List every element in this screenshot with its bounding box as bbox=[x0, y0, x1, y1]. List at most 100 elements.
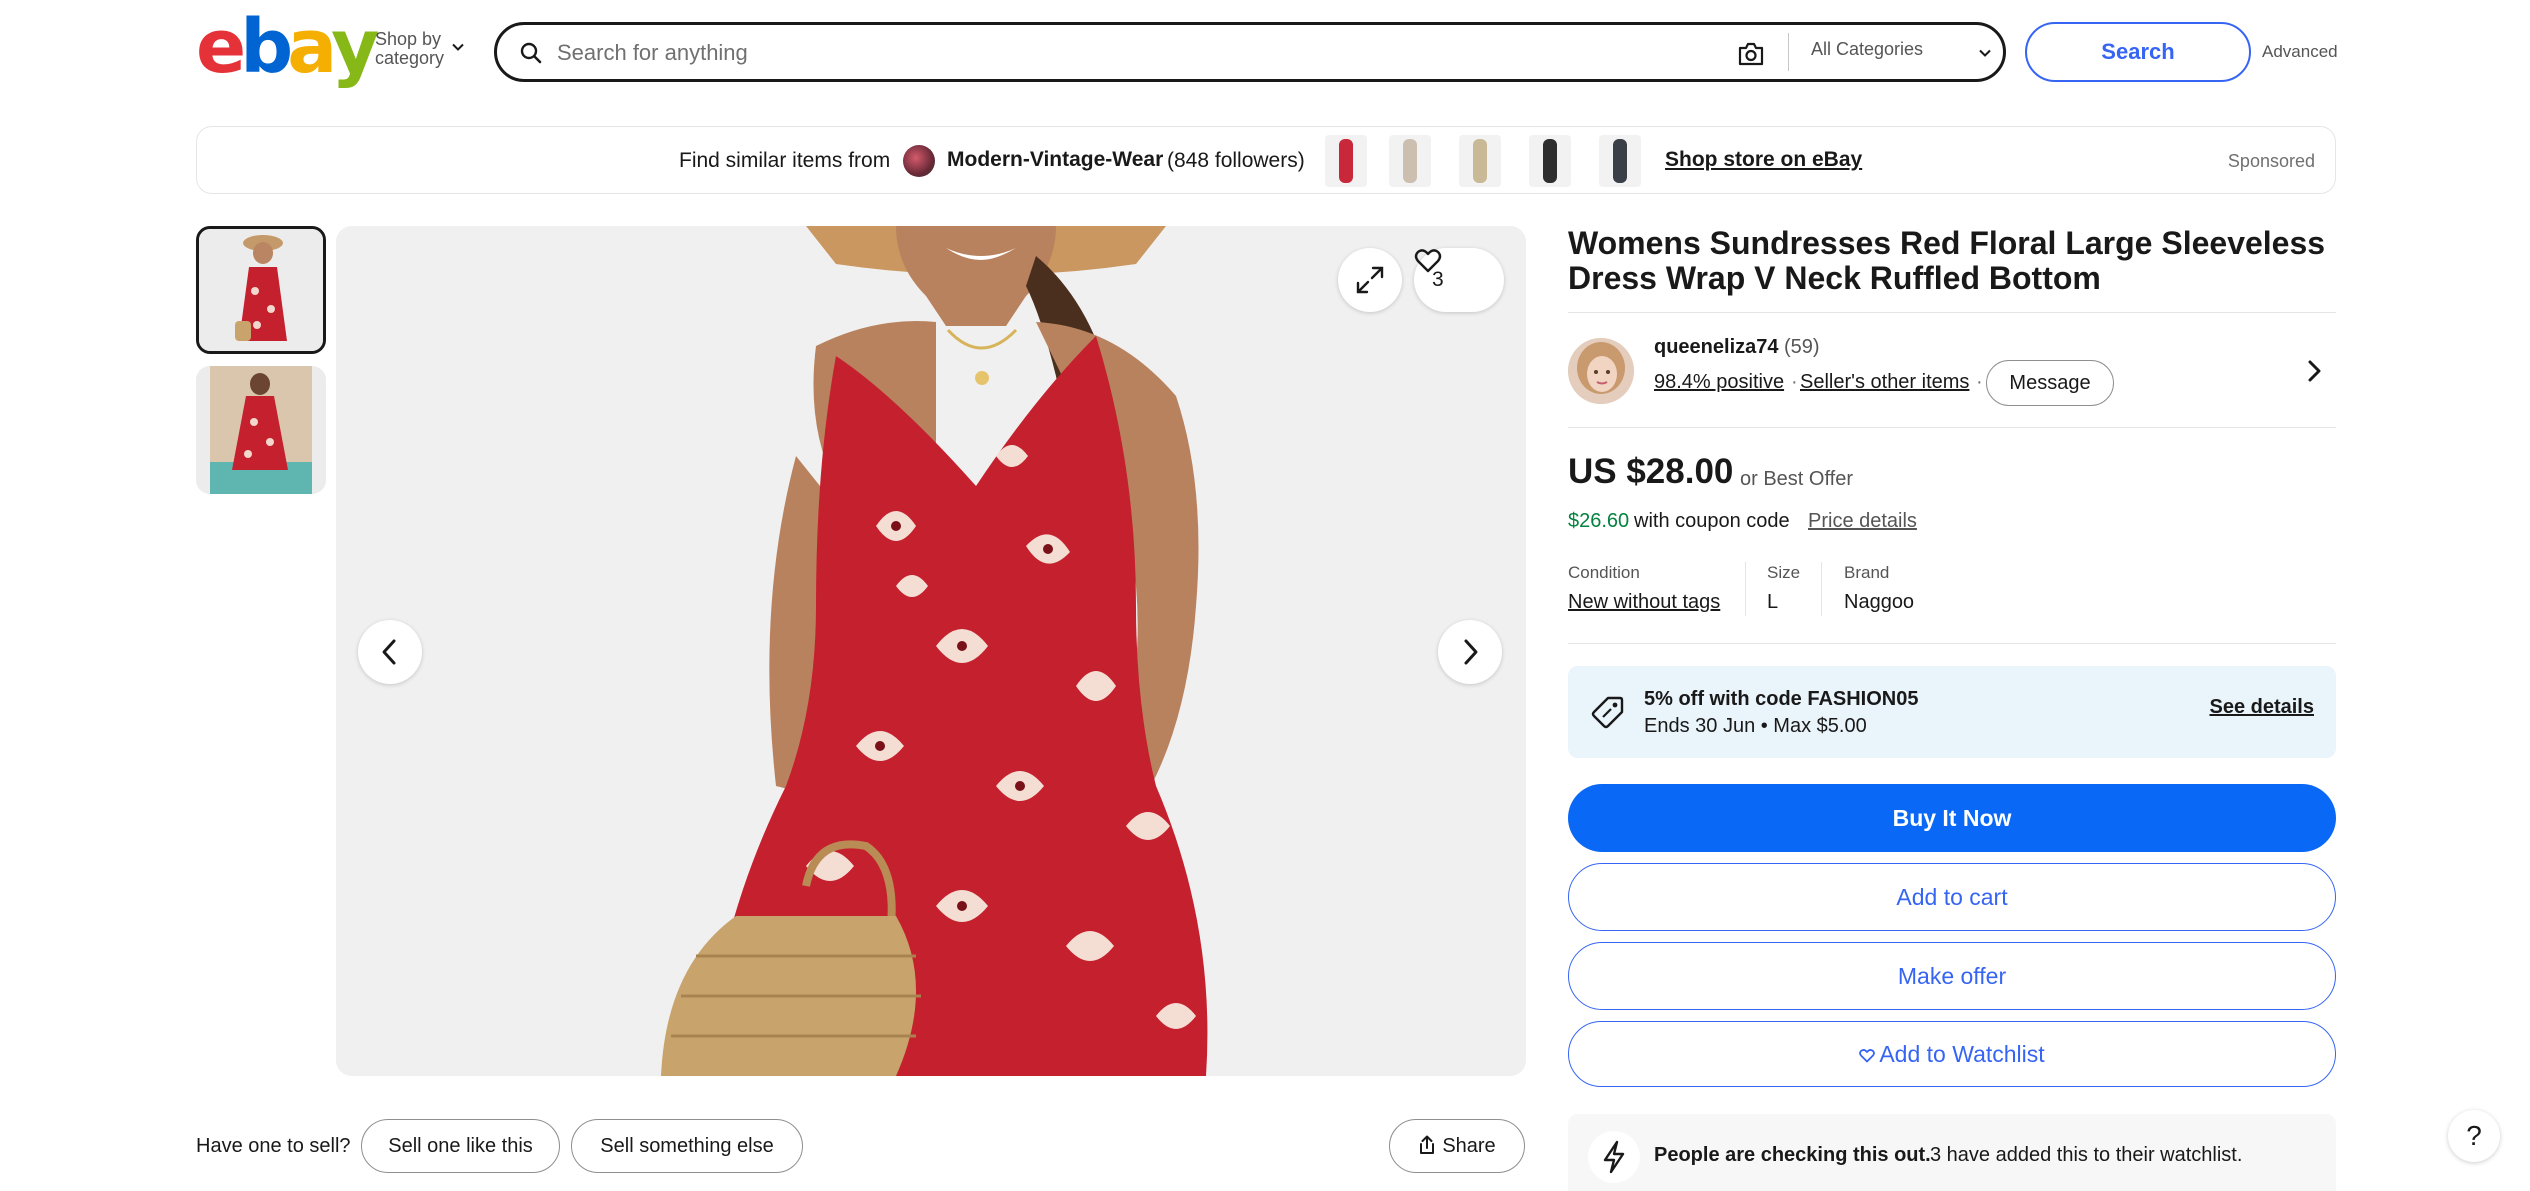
chevron-right-icon bbox=[1464, 639, 1478, 665]
store-item-thumb[interactable] bbox=[1459, 135, 1501, 187]
store-item-thumb[interactable] bbox=[1389, 135, 1431, 187]
divider bbox=[1568, 312, 2336, 313]
shop-by-category-button[interactable]: Shop by category bbox=[375, 30, 444, 68]
condition-value[interactable]: New without tags bbox=[1568, 591, 1720, 614]
message-seller-button[interactable]: Message bbox=[1986, 360, 2114, 406]
watch-count-button[interactable]: 3 bbox=[1414, 248, 1504, 312]
watchlist-label: Add to Watchlist bbox=[1879, 1040, 2045, 1067]
divider bbox=[1568, 427, 2336, 428]
separator-dot: · bbox=[1791, 371, 1798, 393]
store-item-figure bbox=[1613, 139, 1627, 183]
bolt-badge bbox=[1588, 1131, 1640, 1183]
chevron-down-icon[interactable] bbox=[1977, 45, 1993, 61]
spec-divider bbox=[1821, 562, 1822, 616]
logo-letter-b: b bbox=[240, 4, 293, 90]
share-icon bbox=[1420, 1135, 1435, 1154]
seller-name[interactable]: queeneliza74 bbox=[1654, 336, 1779, 359]
store-name[interactable]: Modern-Vintage-Wear bbox=[947, 148, 1163, 172]
store-item-figure bbox=[1339, 139, 1353, 183]
store-followers: (848 followers) bbox=[1167, 149, 1305, 172]
category-label: category bbox=[375, 48, 445, 68]
price-details-link[interactable]: Price details bbox=[1808, 510, 1917, 533]
category-select[interactable]: All Categories bbox=[1811, 39, 1923, 60]
add-to-watchlist-button[interactable]: Add to Watchlist bbox=[1568, 1021, 2336, 1087]
expand-image-button[interactable] bbox=[1338, 248, 1402, 312]
coupon-text: with coupon code bbox=[1634, 510, 1790, 532]
store-item-figure bbox=[1403, 139, 1417, 183]
search-divider bbox=[1788, 33, 1789, 71]
best-offer-label: or Best Offer bbox=[1740, 468, 1854, 490]
seller-feedback-count: (59) bbox=[1784, 336, 1820, 358]
separator-dot: · bbox=[1976, 371, 1983, 393]
add-to-cart-button[interactable]: Add to cart bbox=[1568, 863, 2336, 931]
size-value: L bbox=[1767, 591, 1779, 613]
camera-icon[interactable] bbox=[1737, 41, 1765, 67]
condition-label: Condition bbox=[1568, 563, 1640, 582]
shop-store-link[interactable]: Shop store on eBay bbox=[1665, 148, 1862, 172]
share-button[interactable]: Share bbox=[1389, 1119, 1525, 1173]
activity-notice: People are checking this out. 3 have add… bbox=[1568, 1114, 2336, 1191]
search-button[interactable]: Search bbox=[2025, 22, 2251, 82]
chevron-left-icon bbox=[382, 639, 396, 665]
store-avatar[interactable] bbox=[903, 145, 935, 177]
have-one-to-sell-label: Have one to sell? bbox=[196, 1135, 351, 1157]
size-label: Size bbox=[1767, 563, 1801, 582]
gallery-thumb-1[interactable] bbox=[196, 226, 326, 354]
thumb-dress-image bbox=[196, 366, 326, 494]
sell-something-else-button[interactable]: Sell something else bbox=[571, 1119, 803, 1173]
brand-value: Naggoo bbox=[1844, 591, 1915, 613]
promo-code-text: 5% off with code FASHION05 bbox=[1644, 688, 1919, 710]
seller-positive-feedback[interactable]: 98.4% positive bbox=[1654, 371, 1784, 394]
site-header: ebay Shop by category All Categories Sea… bbox=[0, 0, 2530, 102]
search-bar: All Categories bbox=[494, 22, 2006, 82]
dress-photo bbox=[336, 226, 1526, 1076]
spec-divider bbox=[1745, 562, 1746, 616]
advanced-search-link[interactable]: Advanced bbox=[2262, 42, 2338, 62]
shop-by-label: Shop by bbox=[375, 29, 442, 49]
heart-icon bbox=[1859, 1048, 1876, 1062]
store-item-thumb[interactable] bbox=[1599, 135, 1641, 187]
main-product-image[interactable]: 3 bbox=[336, 226, 1526, 1076]
seller-avatar[interactable] bbox=[1568, 338, 1634, 404]
tag-icon bbox=[1591, 696, 1624, 729]
store-item-thumb[interactable] bbox=[1325, 135, 1367, 187]
seller-other-items-link[interactable]: Seller's other items bbox=[1800, 371, 1969, 394]
share-label: Share bbox=[1442, 1134, 1496, 1157]
search-icon bbox=[520, 42, 542, 64]
store-item-figure bbox=[1473, 139, 1487, 183]
brand-label: Brand bbox=[1844, 563, 1890, 582]
store-item-figure bbox=[1543, 139, 1557, 183]
sponsored-label: Sponsored bbox=[2227, 151, 2315, 171]
see-details-link[interactable]: See details bbox=[2209, 696, 2314, 719]
chevron-right-icon[interactable] bbox=[2304, 358, 2324, 384]
price: US $28.00 bbox=[1568, 452, 1734, 491]
sell-one-like-this-button[interactable]: Sell one like this bbox=[361, 1119, 560, 1173]
store-item-thumb[interactable] bbox=[1529, 135, 1571, 187]
store-banner: Find similar items from Modern-Vintage-W… bbox=[196, 126, 2336, 194]
chevron-down-icon[interactable] bbox=[451, 40, 465, 54]
activity-detail: 3 have added this to their watchlist. bbox=[1930, 1144, 2243, 1166]
expand-icon bbox=[1356, 266, 1384, 294]
ebay-logo[interactable]: ebay bbox=[196, 4, 379, 90]
buy-it-now-button[interactable]: Buy It Now bbox=[1568, 784, 2336, 852]
promo-expiry-text: Ends 30 Jun • Max $5.00 bbox=[1644, 715, 1867, 737]
previous-image-button[interactable] bbox=[358, 620, 422, 684]
logo-letter-e: e bbox=[196, 4, 246, 90]
promo-banner: 5% off with code FASHION05 Ends 30 Jun •… bbox=[1568, 666, 2336, 758]
thumb-dress-image bbox=[199, 229, 323, 351]
make-offer-button[interactable]: Make offer bbox=[1568, 942, 2336, 1010]
logo-letter-y: y bbox=[331, 4, 379, 90]
gallery-thumb-2[interactable] bbox=[196, 366, 326, 494]
find-similar-label: Find similar items from bbox=[679, 149, 891, 172]
seller-photo bbox=[1568, 338, 1634, 404]
help-button[interactable]: ? bbox=[2448, 1110, 2500, 1162]
heart-icon bbox=[1414, 249, 1442, 273]
divider bbox=[1568, 643, 2336, 644]
product-title: Womens Sundresses Red Floral Large Sleev… bbox=[1568, 225, 2326, 296]
next-image-button[interactable] bbox=[1438, 620, 1502, 684]
coupon-price: $26.60 bbox=[1568, 510, 1630, 532]
lightning-icon bbox=[1603, 1140, 1625, 1174]
activity-headline: People are checking this out. bbox=[1654, 1144, 1931, 1166]
logo-letter-a: a bbox=[287, 4, 337, 90]
search-input[interactable] bbox=[557, 35, 1707, 71]
